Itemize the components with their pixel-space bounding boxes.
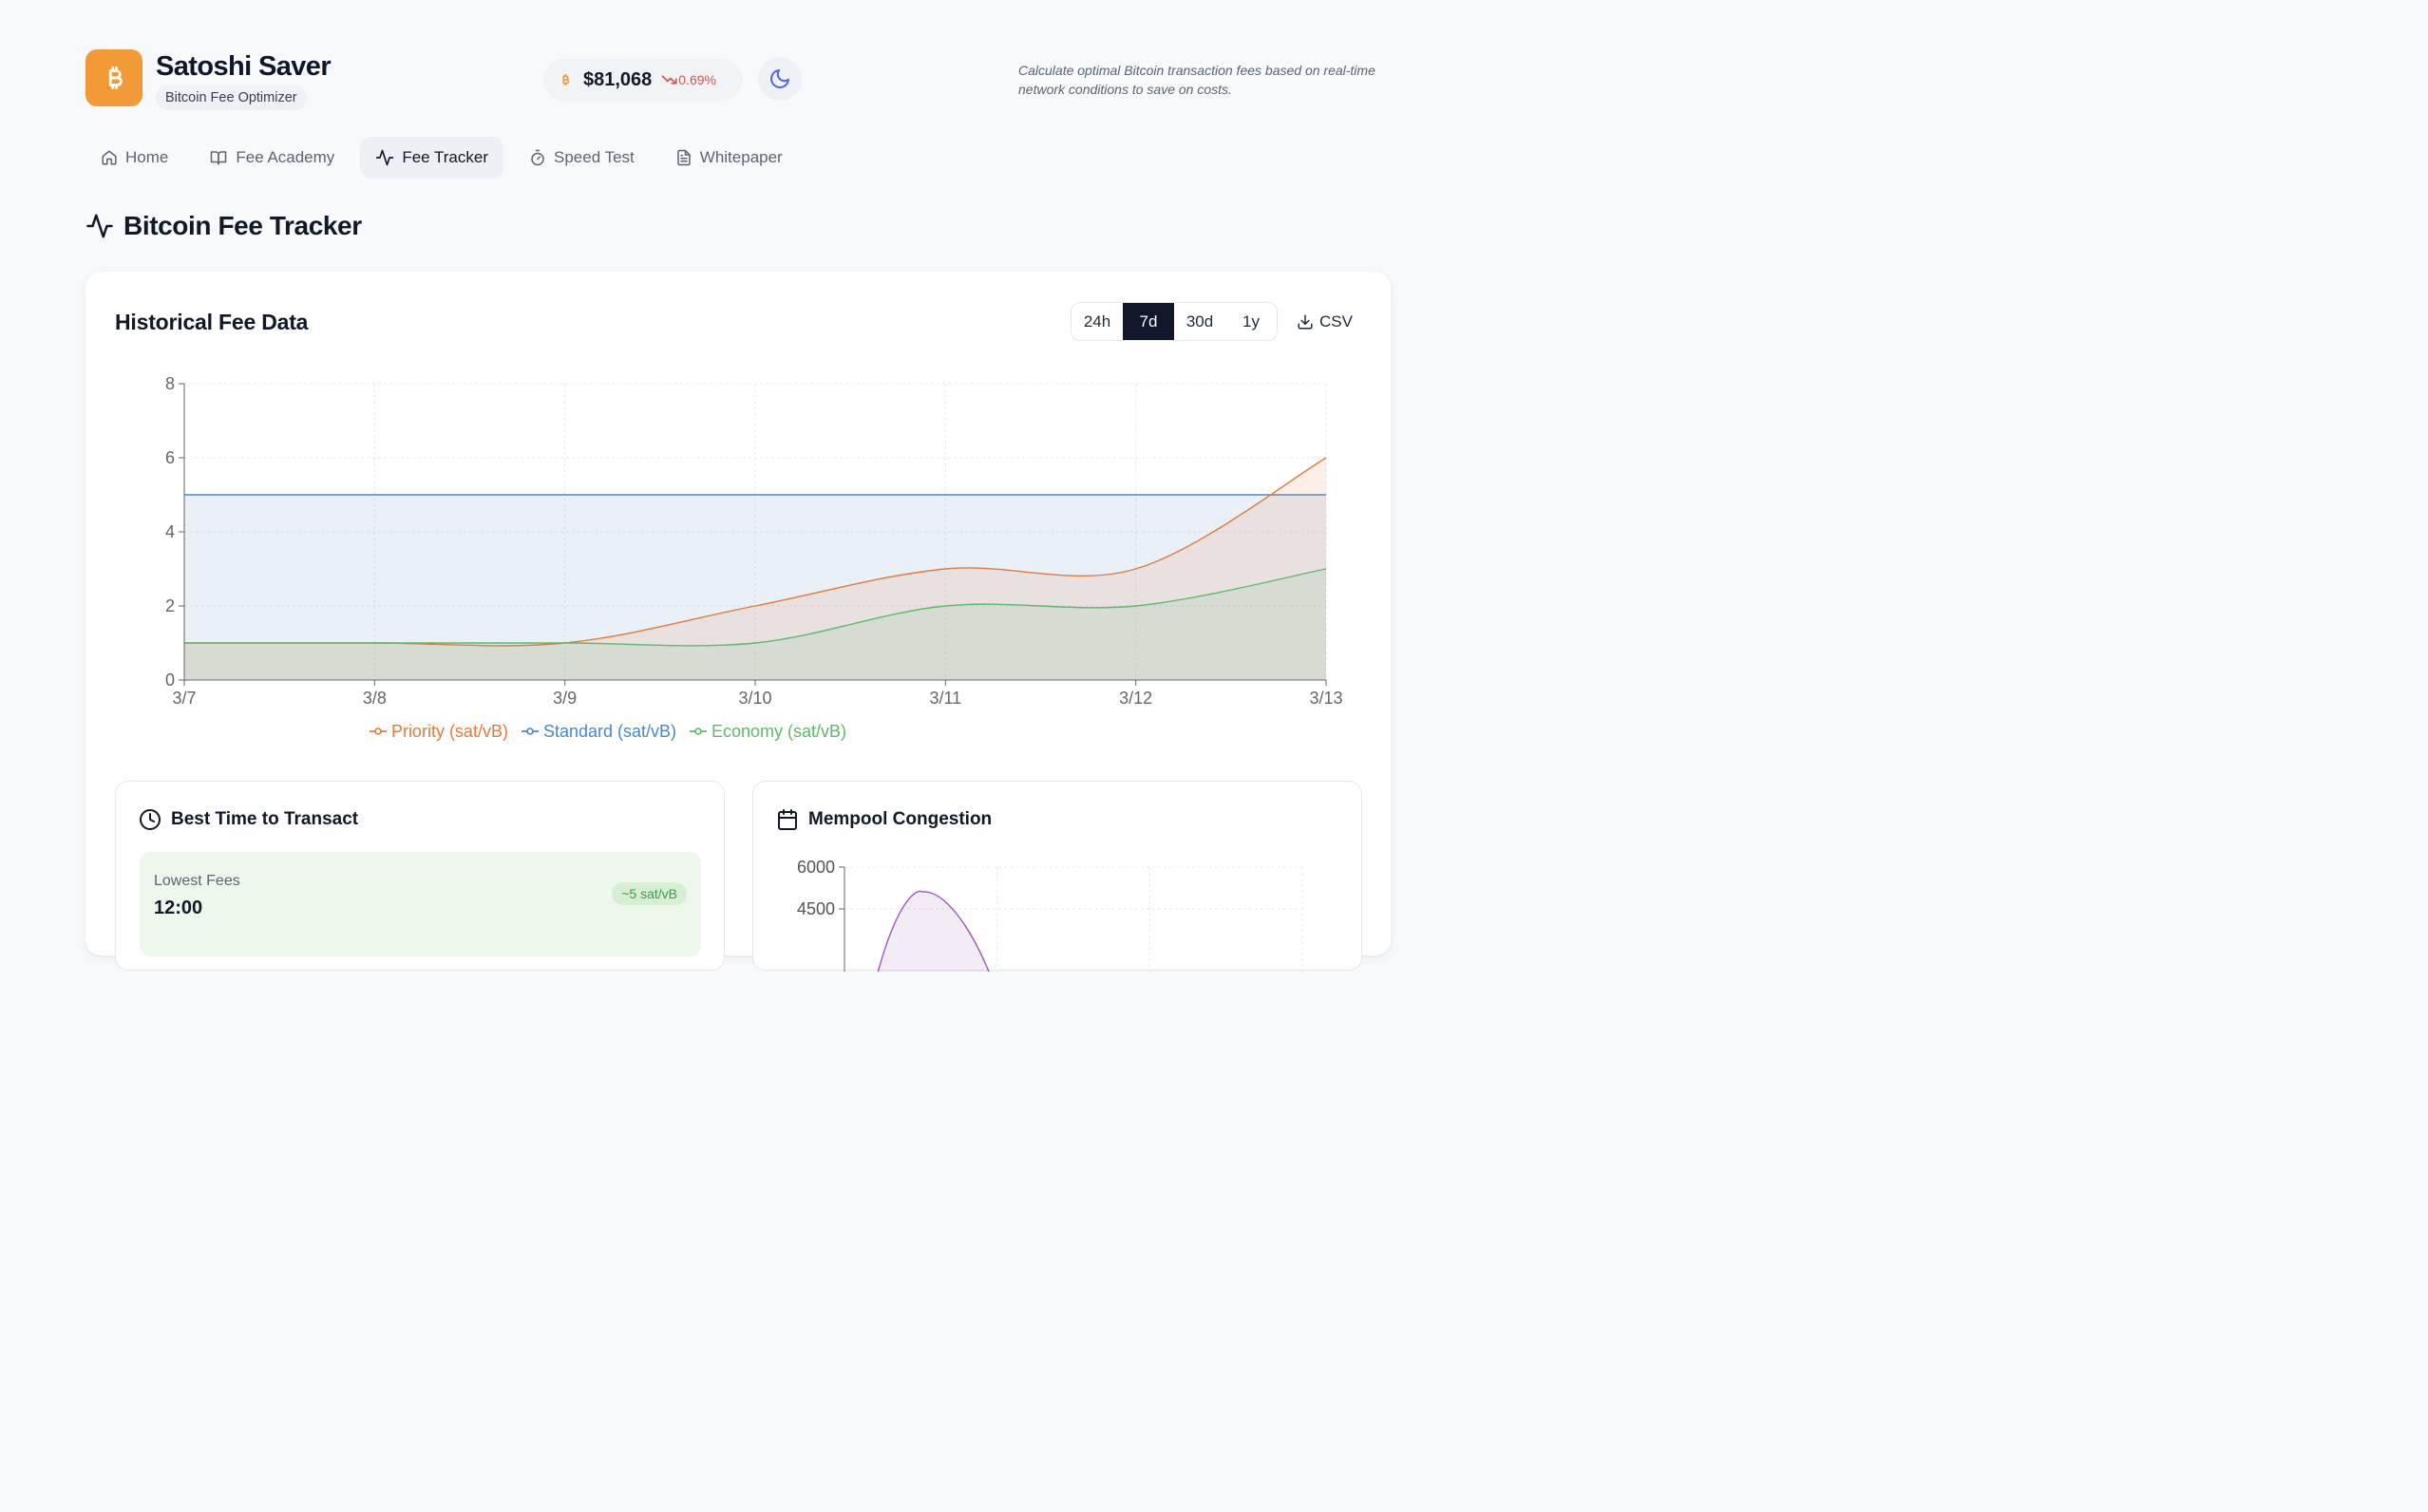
document-icon [677,149,691,166]
time-range-selector: 24h 7d 30d 1y [1071,302,1278,341]
nav-speed-test[interactable]: Speed Test [514,137,650,179]
activity-icon [376,149,394,166]
lowest-fees-panel: Lowest Fees 12:00 ~5 sat/vB [140,852,701,956]
y-tick-label: 8 [165,374,175,393]
legend-label-standard: Standard (sat/vB) [542,721,677,741]
main-nav: Home Fee Academy Fee Tracker Speed Test … [85,137,808,179]
app-header: Satoshi Saver Bitcoin Fee Optimizer $81,… [85,49,1396,110]
legend-item-priority[interactable]: Priority (sat/vB) [369,718,508,745]
y-tick-label: 0 [165,671,175,690]
legend-marker-icon [521,728,539,735]
price-change: 0.69% [661,72,716,87]
timer-icon [531,149,544,166]
clock-icon [140,809,161,830]
moon-icon [770,69,789,88]
home-icon [102,150,117,165]
activity-icon [86,214,113,238]
x-tick-label: 3/9 [553,689,577,708]
lowest-fees-label: Lowest Fees [154,873,240,889]
brand-subtitle: Bitcoin Fee Optimizer [156,85,307,110]
legend-item-economy[interactable]: Economy (sat/vB) [690,718,846,745]
brand-title: Satoshi Saver [156,51,332,82]
mempool-congestion-card: Mempool Congestion 6000 4500 [752,781,1362,972]
btc-price: $81,068 [583,68,653,90]
y-tick-label: 6 [165,448,175,467]
y-tick-label: 2 [165,596,175,615]
nav-fee-tracker[interactable]: Fee Tracker [360,137,504,179]
nav-whitepaper[interactable]: Whitepaper [660,137,798,179]
y-tick-label: 4500 [797,899,835,918]
x-tick-label: 3/13 [1309,689,1342,708]
download-icon [1298,314,1313,329]
btc-price-ticker[interactable]: $81,068 0.69% [543,59,743,101]
lowest-fees-time: 12:00 [154,898,203,918]
theme-toggle-button[interactable] [758,57,802,101]
page-title: Bitcoin Fee Tracker [85,207,362,245]
mempool-area [878,891,989,972]
legend-marker-icon [690,728,708,735]
nav-home-label: Home [125,148,169,166]
nav-fee-academy[interactable]: Fee Academy [194,137,350,179]
range-7d-button[interactable]: 7d [1123,303,1174,340]
nav-fee-academy-label: Fee Academy [236,148,335,166]
x-tick-label: 3/8 [363,689,387,708]
nav-home[interactable]: Home [85,137,183,179]
bitcoin-icon [108,66,123,89]
tagline: Calculate optimal Bitcoin transaction fe… [1018,63,1375,97]
best-time-card: Best Time to Transact Lowest Fees 12:00 … [115,781,725,971]
nav-fee-tracker-label: Fee Tracker [402,148,489,166]
legend-label-priority: Priority (sat/vB) [390,721,508,741]
y-tick-label: 6000 [797,858,835,877]
best-time-title-text: Best Time to Transact [171,809,359,829]
page-title-text: Bitcoin Fee Tracker [123,211,362,240]
x-tick-label: 3/10 [738,689,771,708]
nav-whitepaper-label: Whitepaper [699,148,783,166]
lowest-fees-badge: ~5 sat/vB [612,882,687,905]
legend-item-standard[interactable]: Standard (sat/vB) [521,718,677,745]
price-change-value: 0.69% [678,72,716,87]
calendar-icon [778,809,797,830]
legend-label-economy: Economy (sat/vB) [711,721,847,741]
trending-down-icon [661,75,677,85]
csv-download-button[interactable]: CSV [1297,302,1353,341]
best-time-title: Best Time to Transact [139,806,358,833]
book-icon [211,151,227,165]
historical-fee-title: Historical Fee Data [115,310,309,334]
x-tick-label: 3/12 [1119,689,1152,708]
historical-fee-card: Historical Fee Data 24h 7d 30d 1y CSV 0 2… [85,272,1391,972]
x-tick-label: 3/7 [172,689,196,708]
range-30d-button[interactable]: 30d [1174,303,1225,340]
mempool-title: Mempool Congestion [776,806,992,833]
logo[interactable] [85,49,142,106]
x-tick-label: 3/11 [929,689,961,708]
fee-history-chart: 0 2 4 6 8 3/7 3/8 3/9 3/10 3/11 3/12 3/13 [165,374,1343,708]
legend-marker-icon [369,728,387,735]
range-24h-button[interactable]: 24h [1072,303,1123,340]
chart-legend: Priority (sat/vB) Standard (sat/vB) Econ… [85,718,1130,745]
csv-label: CSV [1319,312,1353,331]
bitcoin-icon [562,74,570,85]
mempool-title-text: Mempool Congestion [808,809,993,829]
mempool-chart: 6000 4500 [797,858,1303,972]
range-1y-button[interactable]: 1y [1225,303,1277,340]
nav-speed-test-label: Speed Test [554,148,635,166]
y-tick-label: 4 [165,522,175,541]
